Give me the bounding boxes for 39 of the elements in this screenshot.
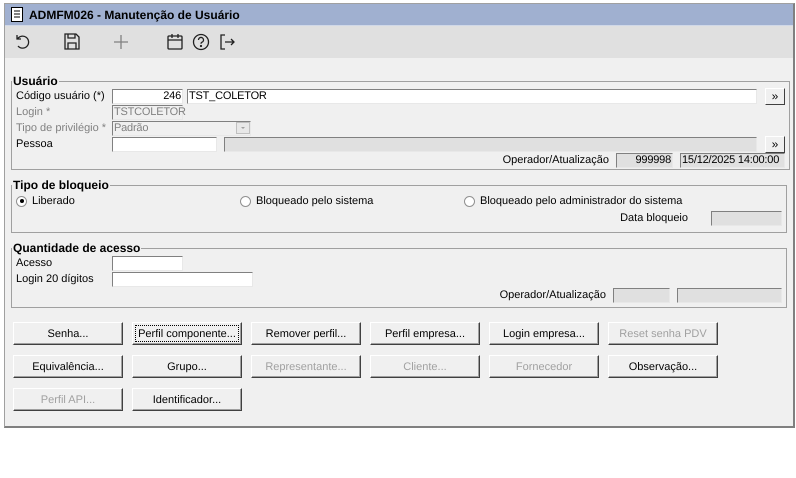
group-title: Quantidade de acesso xyxy=(12,241,142,255)
action-button[interactable]: Identificador... xyxy=(132,388,242,411)
field-label: Data bloqueio xyxy=(620,212,688,224)
group-title: Usuário xyxy=(12,74,59,88)
action-button[interactable]: Login empresa... xyxy=(489,322,599,345)
operator-field xyxy=(613,288,670,302)
help-button[interactable] xyxy=(190,31,212,53)
access-field[interactable] xyxy=(112,256,183,270)
action-button[interactable]: Perfil empresa... xyxy=(370,322,480,345)
radio-option[interactable]: Liberado xyxy=(16,195,240,207)
login-field[interactable] xyxy=(112,272,253,286)
caret-icon xyxy=(236,122,250,134)
radio-option[interactable]: Bloqueado pelo sistema xyxy=(240,195,464,207)
document-icon xyxy=(11,7,23,22)
field-label: Código usuário (*) xyxy=(16,90,106,102)
field-label: Login 20 dígitos xyxy=(16,273,95,285)
field-label: Pessoa xyxy=(16,138,54,150)
action-button[interactable]: Remover perfil... xyxy=(251,322,361,345)
action-button[interactable]: Observação... xyxy=(608,355,718,378)
field-label: Operador/Atualização xyxy=(500,289,606,301)
action-button[interactable]: Equivalência... xyxy=(13,355,123,378)
action-button[interactable]: Senha... xyxy=(13,322,123,345)
field-label: Acesso xyxy=(16,257,54,269)
action-button[interactable]: Grupo... xyxy=(132,355,242,378)
radio-option[interactable]: Bloqueado pelo administrador do sistema xyxy=(464,195,764,207)
code-field[interactable]: 246 xyxy=(112,88,183,104)
action-button[interactable]: Perfil componente... xyxy=(132,322,242,345)
field-label: Operador/Atualização xyxy=(502,154,609,166)
lookup-button[interactable]: » xyxy=(765,136,785,152)
block-date-field xyxy=(711,210,782,226)
update-date-field: 15/12/2025 14:00:00 xyxy=(680,152,785,168)
person-code-field[interactable] xyxy=(112,136,217,152)
window-title: ADMFM026 - Manutenção de Usuário xyxy=(29,8,240,22)
lookup-button[interactable]: » xyxy=(765,88,785,104)
group-title: Tipo de bloqueio xyxy=(12,178,110,192)
field-label: Login * xyxy=(16,106,52,118)
operator-field: 999998 xyxy=(616,152,673,168)
name-field[interactable]: TST_COLETOR xyxy=(187,88,757,104)
field-label: Tipo de privilégio * xyxy=(16,122,108,134)
